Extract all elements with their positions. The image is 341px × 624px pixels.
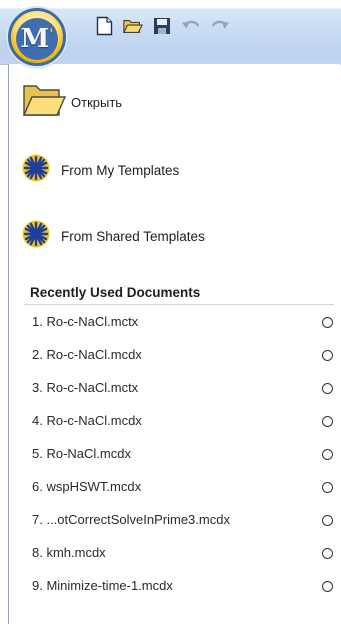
pin-icon[interactable] <box>322 350 333 361</box>
recent-document-name: 5. Ro-NaCl.mcdx <box>32 446 131 461</box>
template-star-icon <box>21 219 51 253</box>
open-command[interactable]: Открыть <box>21 80 122 124</box>
folder-icon <box>21 80 67 124</box>
from-my-templates-command[interactable]: From My Templates <box>21 148 179 192</box>
pin-icon[interactable] <box>322 416 333 427</box>
pin-icon[interactable] <box>322 581 333 592</box>
application-menu-button[interactable]: M ' <box>8 8 66 66</box>
recent-documents-header: Recently Used Documents <box>30 285 201 300</box>
recent-documents-divider <box>24 304 334 305</box>
recent-document-item[interactable]: 3. Ro-c-NaCl.mctx <box>9 377 341 399</box>
app-logo-icon: M ' <box>16 18 58 60</box>
quick-access-buttons <box>94 16 230 36</box>
app-window: M ' Открыть From My Templates From Share… <box>0 0 341 624</box>
save-icon[interactable] <box>152 16 172 36</box>
recent-document-name: 7. ...otCorrectSolveInPrime3.mcdx <box>32 512 230 527</box>
from-shared-templates-label: From Shared Templates <box>61 228 205 244</box>
recent-document-item[interactable]: 2. Ro-c-NaCl.mcdx <box>9 344 341 366</box>
open-label: Открыть <box>71 94 123 110</box>
recent-document-name: 9. Minimize-time-1.mcdx <box>32 578 173 593</box>
recent-document-item[interactable]: 6. wspHSWT.mcdx <box>9 476 341 498</box>
recent-document-name: 2. Ro-c-NaCl.mcdx <box>32 347 142 362</box>
pin-icon[interactable] <box>322 317 333 328</box>
from-my-templates-label: From My Templates <box>61 162 180 178</box>
recent-document-name: 4. Ro-c-NaCl.mcdx <box>32 413 142 428</box>
recent-document-name: 8. kmh.mcdx <box>32 545 106 560</box>
pin-icon[interactable] <box>322 548 333 559</box>
pin-icon[interactable] <box>322 482 333 493</box>
recent-document-name: 3. Ro-c-NaCl.mctx <box>32 380 139 395</box>
recent-document-item[interactable]: 1. Ro-c-NaCl.mctx <box>9 311 341 333</box>
recent-document-item[interactable]: 5. Ro-NaCl.mcdx <box>9 443 341 465</box>
from-shared-templates-command[interactable]: From Shared Templates <box>21 214 205 258</box>
open-folder-icon[interactable] <box>123 16 143 36</box>
pin-icon[interactable] <box>322 515 333 526</box>
new-document-icon[interactable] <box>94 16 114 36</box>
application-menu-panel: Открыть From My Templates From Shared Te… <box>8 64 340 624</box>
recent-document-item[interactable]: 9. Minimize-time-1.mcdx <box>9 575 341 597</box>
recent-document-item[interactable]: 4. Ro-c-NaCl.mcdx <box>9 410 341 432</box>
recent-document-name: 6. wspHSWT.mcdx <box>32 479 142 494</box>
template-star-icon <box>21 153 51 187</box>
pin-icon[interactable] <box>322 383 333 394</box>
redo-icon[interactable] <box>210 16 230 36</box>
recent-document-item[interactable]: 7. ...otCorrectSolveInPrime3.mcdx <box>9 509 341 531</box>
recent-document-item[interactable]: 8. kmh.mcdx <box>9 542 341 564</box>
recent-document-name: 1. Ro-c-NaCl.mctx <box>32 314 139 329</box>
pin-icon[interactable] <box>322 449 333 460</box>
undo-icon[interactable] <box>181 16 201 36</box>
